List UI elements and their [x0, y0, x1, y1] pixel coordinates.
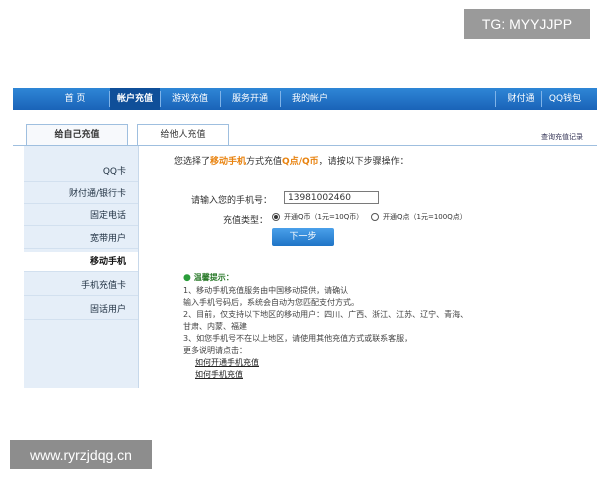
tip-line: 1、移动手机充值服务由中国移动提供，请确认 — [183, 286, 349, 295]
query-records-link[interactable]: 查询充值记录 — [541, 132, 583, 142]
sidebar: QQ卡 财付通/银行卡 固定电话 宽带用户 移动手机 手机充值卡 固话用户 — [24, 146, 139, 388]
intro-text: 您选择了 — [174, 157, 211, 167]
sidebar-item-qq-card[interactable]: QQ卡 — [24, 162, 138, 182]
intro-text: ，请按以下步骤操作： — [318, 157, 409, 167]
top-navigation-bar: 首 页 帐户充值 游戏充值 服务开通 我的帐户 财付通 QQ钱包 — [13, 88, 597, 110]
help-link-phone-recharge[interactable]: 如何手机充值 — [195, 369, 243, 380]
nav-separator — [495, 91, 496, 107]
nav-separator — [280, 91, 281, 107]
intro-text: 方式充值 — [246, 157, 283, 167]
nav-separator — [541, 91, 542, 107]
screenshot-frame: 首 页 帐户充值 游戏充值 服务开通 我的帐户 财付通 QQ钱包 给自己充值 ▼… — [13, 88, 597, 388]
nav-separator — [220, 91, 221, 107]
tips-title: 温馨提示： — [193, 273, 234, 282]
recharge-type-label: 充值类型： — [223, 216, 269, 226]
nav-my-account[interactable]: 我的帐户 — [285, 88, 335, 110]
watermark-url: www.ryrzjdqg.cn — [10, 440, 152, 469]
step-intro: 您选择了移动手机方式充值Q点/Q币，请按以下步骤操作： — [174, 154, 409, 167]
option-qd[interactable]: 开通Q点（1元=100Q点） — [371, 212, 467, 222]
tip-line: 输入手机号码后，系统会自动为您匹配支付方式。 — [183, 298, 359, 307]
tab-recharge-self[interactable]: 给自己充值 ▼ — [26, 124, 128, 155]
help-link-open-phone[interactable]: 如何开通手机充值 — [195, 357, 259, 368]
tab-label: 给他人充值 — [160, 130, 206, 140]
sidebar-item-mobile-phone[interactable]: 移动手机 — [24, 252, 138, 272]
tab-label: 给自己充值 — [54, 130, 100, 140]
nav-separator — [160, 91, 161, 107]
nav-tenpay[interactable]: 财付通 — [503, 88, 539, 110]
nav-account-recharge[interactable]: 帐户充值 — [110, 88, 160, 110]
sidebar-item-tenpay-bank[interactable]: 财付通/银行卡 — [24, 184, 138, 204]
sidebar-item-landline[interactable]: 固定电话 — [24, 206, 138, 226]
nav-qq-wallet[interactable]: QQ钱包 — [545, 88, 585, 110]
watermark-telegram: TG: MYYJJPP — [464, 9, 590, 39]
tip-line: 更多说明请点击： — [183, 346, 247, 355]
main-content: 您选择了移动手机方式充值Q点/Q币，请按以下步骤操作： 请输入您的手机号： 13… — [139, 146, 597, 388]
option-label: 开通Q币（1元=10Q币） — [284, 213, 364, 221]
tip-circle-icon: ● — [183, 273, 191, 283]
tips-header: ● 温馨提示： — [183, 272, 234, 283]
nav-home[interactable]: 首 页 — [55, 88, 95, 110]
option-qb[interactable]: 开通Q币（1元=10Q币） — [272, 212, 363, 222]
selected-method: 移动手机 — [210, 157, 247, 167]
sidebar-item-phone-card[interactable]: 手机充值卡 — [24, 276, 138, 296]
nav-game-recharge[interactable]: 游戏充值 — [165, 88, 215, 110]
nav-service-activation[interactable]: 服务开通 — [225, 88, 275, 110]
phone-input[interactable]: 13981002460 — [284, 191, 379, 204]
sidebar-item-broadband[interactable]: 宽带用户 — [24, 229, 138, 249]
tab-recharge-other[interactable]: 给他人充值 — [137, 124, 229, 146]
option-label: 开通Q点（1元=100Q点） — [383, 213, 467, 221]
selected-product: Q点/Q币 — [282, 157, 319, 167]
tab-bar: 给自己充值 ▼ 给他人充值 查询充值记录 — [13, 110, 597, 155]
tip-line: 2、目前，仅支持以下地区的移动用户：四川、广西、浙江、江苏、辽宁、青海、 — [183, 310, 469, 319]
tip-line: 甘肃、内蒙、福建 — [183, 322, 247, 331]
next-step-button[interactable]: 下一步 — [272, 228, 334, 246]
radio-checked-icon[interactable] — [272, 213, 280, 221]
radio-unchecked-icon[interactable] — [371, 213, 379, 221]
tip-line: 3、如您手机号不在以上地区，请使用其他充值方式或联系客服， — [183, 334, 413, 343]
phone-label: 请输入您的手机号： — [191, 196, 273, 206]
sidebar-item-fixed-line-user[interactable]: 固话用户 — [24, 300, 138, 320]
